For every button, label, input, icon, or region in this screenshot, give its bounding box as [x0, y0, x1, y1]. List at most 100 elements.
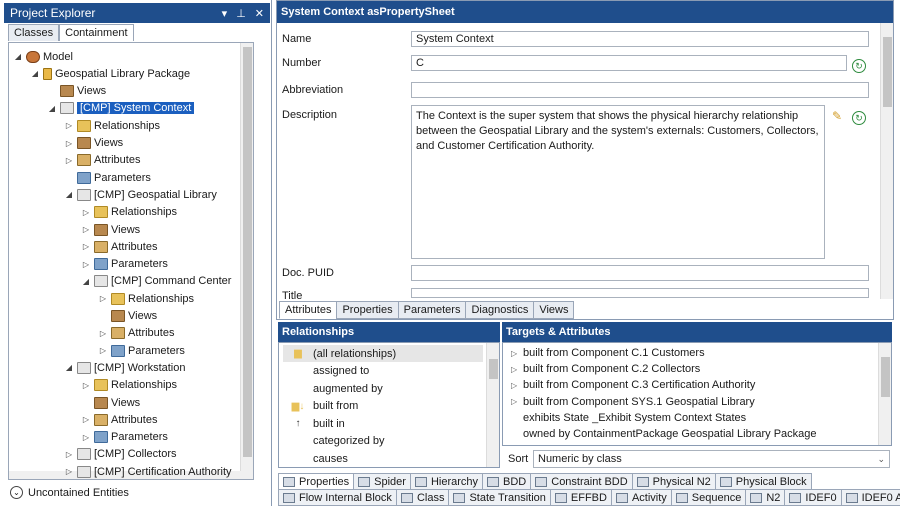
tab-properties[interactable]: Properties: [336, 301, 399, 319]
view-tab-sequence[interactable]: Sequence: [670, 489, 747, 506]
tab-attributes[interactable]: Attributes: [279, 301, 338, 319]
tree-node-attributes[interactable]: ▷ Attributes: [64, 152, 140, 169]
tree-node-parameters[interactable]: ▷ Parameters: [98, 342, 185, 359]
expander-icon[interactable]: ◢: [64, 190, 74, 199]
expander-icon[interactable]: ▷: [98, 346, 108, 355]
tree-node-relationships[interactable]: ▷ Relationships: [81, 204, 177, 221]
expander-icon[interactable]: ▷: [98, 294, 108, 303]
target-item[interactable]: exhibits State _Exhibit System Context S…: [511, 410, 746, 426]
chevron-down-icon[interactable]: ⌄: [877, 454, 885, 465]
sheet-scroll-thumb[interactable]: [883, 37, 892, 107]
doc-puid-field[interactable]: [411, 265, 869, 281]
tree-scroll-thumb[interactable]: [243, 47, 252, 457]
tree-node-cmp-system-context[interactable]: ◢ [CMP] System Context: [47, 100, 195, 117]
relationship-item[interactable]: ▆↓ built from: [283, 398, 359, 415]
tab-containment[interactable]: Containment: [59, 24, 134, 41]
sort-select[interactable]: Numeric by class ⌄: [533, 450, 890, 468]
expander-icon[interactable]: ◢: [81, 277, 91, 286]
tree-node-relationships[interactable]: ▷ Relationships: [64, 117, 160, 134]
relationships-scrollbar[interactable]: [486, 343, 499, 467]
tab-diagnostics[interactable]: Diagnostics: [465, 301, 535, 319]
expander-icon[interactable]: ▷: [64, 121, 74, 130]
refresh-description-icon[interactable]: ↻: [852, 111, 866, 125]
view-tab-idef0-a-0[interactable]: IDEF0 A-0: [840, 489, 900, 506]
expander-icon[interactable]: ▷: [81, 433, 91, 442]
expander-icon[interactable]: ▷: [511, 365, 523, 374]
view-tab-flow-internal-block[interactable]: Flow Internal Block: [278, 489, 397, 506]
pin-icon[interactable]: ⊥: [236, 7, 246, 20]
tree-node-parameters[interactable]: Parameters: [64, 169, 151, 186]
expander-icon[interactable]: ▷: [64, 139, 74, 148]
expander-icon[interactable]: ◢: [64, 363, 74, 372]
tree-node-cmp-workstation[interactable]: ◢ [CMP] Workstation: [64, 359, 186, 376]
relationship-item[interactable]: ▆ (all relationships): [283, 345, 483, 362]
relationship-item[interactable]: ↑ built in: [283, 415, 345, 432]
expander-icon[interactable]: ▷: [511, 349, 523, 358]
tree-node-views[interactable]: ▷ Views: [81, 221, 140, 238]
view-tab-physical-block[interactable]: Physical Block: [714, 473, 812, 490]
view-tab-hierarchy[interactable]: Hierarchy: [409, 473, 484, 490]
relationships-scroll-thumb[interactable]: [489, 359, 498, 379]
dropdown-icon[interactable]: ▾: [222, 7, 228, 20]
tab-views[interactable]: Views: [533, 301, 575, 319]
number-field[interactable]: C: [411, 55, 847, 71]
tree-node-geospatial-library-package[interactable]: ◢ Geospatial Library Package: [30, 65, 190, 82]
relationship-item[interactable]: assigned to: [283, 363, 369, 380]
target-item[interactable]: ▷ built from Component C.3 Certification …: [511, 377, 755, 393]
expander-icon[interactable]: ◢: [30, 69, 40, 78]
view-tab-physical-n2[interactable]: Physical N2: [631, 473, 716, 490]
tree-node-views[interactable]: ▷ Views: [64, 135, 123, 152]
view-tab-n2[interactable]: N2: [745, 489, 786, 506]
view-tab-idef0[interactable]: IDEF0: [784, 489, 842, 506]
expander-icon[interactable]: ▷: [511, 397, 523, 406]
view-tab-state-transition[interactable]: State Transition: [448, 489, 551, 506]
tab-parameters[interactable]: Parameters: [397, 301, 467, 319]
view-tab-bdd[interactable]: BDD: [482, 473, 532, 490]
view-tab-constraint-bdd[interactable]: Constraint BDD: [530, 473, 633, 490]
name-field[interactable]: System Context: [411, 31, 869, 47]
expand-circle-icon[interactable]: ⌄: [10, 486, 23, 499]
expander-icon[interactable]: ▷: [81, 208, 91, 217]
expander-icon[interactable]: ▷: [81, 381, 91, 390]
tree-node-attributes[interactable]: ▷ Attributes: [98, 325, 174, 342]
relationship-item[interactable]: augmented by: [283, 380, 383, 397]
title-field[interactable]: [411, 288, 869, 298]
targets-scrollbar[interactable]: [878, 343, 891, 445]
view-tab-properties[interactable]: Properties: [278, 473, 355, 490]
pencil-icon[interactable]: ✎: [830, 109, 844, 123]
close-icon[interactable]: ✕: [255, 7, 264, 20]
expander-icon[interactable]: ▷: [81, 225, 91, 234]
expander-icon[interactable]: ▷: [64, 467, 74, 476]
tree-node-relationships[interactable]: ▷ Relationships: [81, 377, 177, 394]
view-tab-activity[interactable]: Activity: [610, 489, 672, 506]
expander-icon[interactable]: ▷: [511, 381, 523, 390]
expander-icon[interactable]: ▷: [81, 415, 91, 424]
tree-node-parameters[interactable]: ▷ Parameters: [81, 256, 168, 273]
tree-node-views[interactable]: Views: [98, 308, 157, 325]
relationship-item[interactable]: causes: [283, 450, 348, 467]
tree-node-views[interactable]: Views: [47, 83, 106, 100]
target-item[interactable]: ▷ built from Component C.1 Customers: [511, 345, 705, 361]
expander-icon[interactable]: ◢: [47, 104, 57, 113]
view-tab-class[interactable]: Class: [395, 489, 450, 506]
view-tab-spider[interactable]: Spider: [353, 473, 411, 490]
tree-node-relationships[interactable]: ▷ Relationships: [98, 290, 194, 307]
target-item[interactable]: ▷ built from Component SYS.1 Geospatial L…: [511, 394, 755, 410]
targets-scroll-thumb[interactable]: [881, 357, 890, 397]
tree-vertical-scrollbar[interactable]: [240, 43, 253, 479]
tree-node-cmp-collectors[interactable]: ▷ [CMP] Collectors: [64, 446, 177, 463]
expander-icon[interactable]: ◢: [13, 52, 23, 61]
tree-node-cmp-certification-authority[interactable]: ▷ [CMP] Certification Authority: [64, 463, 232, 479]
expander-icon[interactable]: ▷: [64, 156, 74, 165]
target-item[interactable]: owned by ContainmentPackage Geospatial L…: [511, 426, 817, 442]
description-field[interactable]: The Context is the super system that sho…: [411, 105, 825, 259]
expander-icon[interactable]: ▷: [81, 242, 91, 251]
expander-icon[interactable]: ▷: [81, 260, 91, 269]
tree-node-attributes[interactable]: ▷ Attributes: [81, 238, 157, 255]
tab-classes[interactable]: Classes: [8, 24, 60, 41]
tree-node-model[interactable]: ◢ Model: [13, 48, 73, 65]
relationship-item[interactable]: categorized by: [283, 433, 385, 450]
refresh-number-icon[interactable]: ↻: [852, 59, 866, 73]
tree-node-parameters[interactable]: ▷ Parameters: [81, 429, 168, 446]
abbreviation-field[interactable]: [411, 82, 869, 98]
